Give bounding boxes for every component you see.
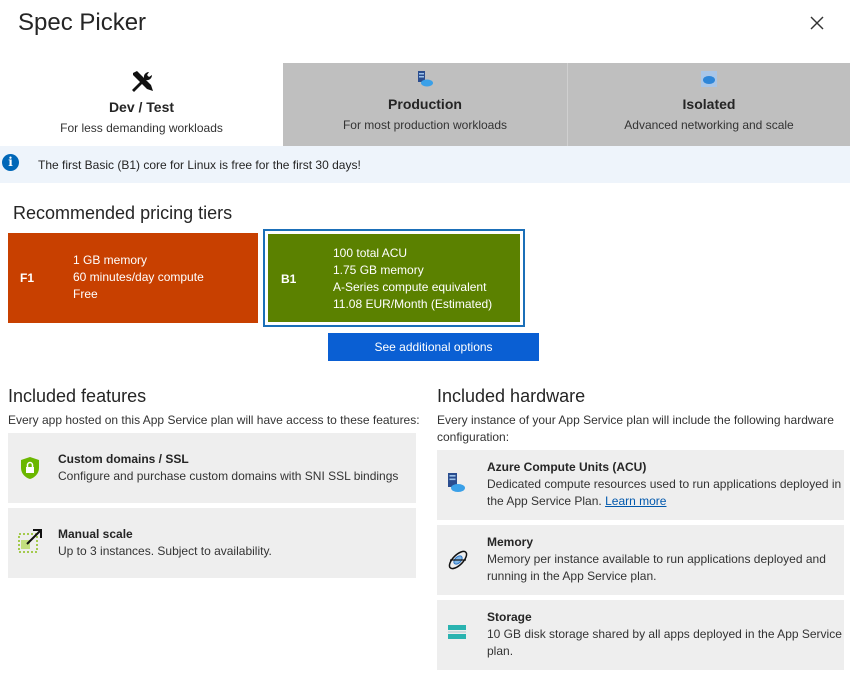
see-additional-options-button[interactable]: See additional options [328, 333, 539, 361]
tab-label: Production [388, 96, 462, 112]
tier-detail-line: 1 GB memory [73, 253, 148, 267]
tier-card-b1[interactable]: B1 100 total ACU 1.75 GB memory A-Series… [263, 229, 525, 327]
feature-title: Custom domains / SSL [58, 452, 189, 466]
production-icon [418, 71, 433, 87]
hardware-title: Memory [487, 535, 534, 549]
tier-category-tabs: Dev / Test For less demanding workloads … [0, 63, 850, 146]
tier-detail-line: A-Series compute equivalent [333, 280, 487, 294]
feature-text: Configure and purchase custom domains wi… [58, 469, 399, 483]
memory-icon [448, 550, 468, 570]
hardware-card-storage: Storage 10 GB disk storage shared by all… [437, 600, 844, 670]
hardware-text-line: plan. [487, 644, 514, 658]
learn-more-link[interactable]: Learn more [605, 494, 666, 508]
tab-description: For less demanding workloads [60, 121, 223, 135]
tab-description: For most production workloads [342, 118, 508, 132]
tier-detail-line: 100 total ACU [333, 246, 408, 260]
tier-details: 100 total ACU 1.75 GB memory A-Series co… [333, 245, 492, 313]
hardware-text: Dedicated compute resources used to run … [487, 476, 841, 510]
tier-detail-line: 1.75 GB memory [333, 263, 424, 277]
tier-card-f1[interactable]: F1 1 GB memory 60 minutes/day compute Fr… [8, 233, 258, 323]
hardware-text-line: running in the App Service plan. [487, 569, 657, 583]
tab-dev-test[interactable]: Dev / Test For less demanding workloads [0, 63, 283, 146]
feature-title: Manual scale [58, 527, 133, 541]
hardware-card-memory: Memory Memory per instance available to … [437, 525, 844, 595]
hardware-text: Memory per instance available to run app… [487, 551, 826, 585]
tier-detail-line: 60 minutes/day compute [73, 270, 204, 284]
tier-code: B1 [281, 272, 297, 286]
tab-divider [567, 63, 568, 146]
tab-label: Isolated [682, 96, 736, 112]
feature-text: Up to 3 instances. Subject to availabili… [58, 544, 272, 558]
isolated-icon [701, 71, 717, 87]
feature-card-manual-scale: Manual scale Up to 3 instances. Subject … [8, 508, 416, 578]
tier-code: F1 [20, 271, 35, 285]
feature-card-custom-domains: Custom domains / SSL Configure and purch… [8, 433, 416, 503]
hardware-text-line: Memory per instance available to run app… [487, 552, 826, 566]
tier-details: 1 GB memory 60 minutes/day compute Free [73, 252, 204, 303]
hardware-text-line: the App Service Plan. [487, 494, 602, 508]
banner-text: The first Basic (B1) core for Linux is f… [38, 158, 361, 172]
hardware-description-line: Every instance of your App Service plan … [437, 413, 834, 427]
storage-icon [448, 625, 466, 639]
info-icon: i [2, 154, 19, 171]
scale-icon [18, 529, 42, 553]
features-description: Every app hosted on this App Service pla… [8, 413, 420, 427]
compute-icon [448, 473, 465, 492]
hardware-card-acu: Azure Compute Units (ACU) Dedicated comp… [437, 450, 844, 520]
hardware-text-line: 10 GB disk storage shared by all apps de… [487, 627, 842, 641]
tier-detail-line: 11.08 EUR/Month (Estimated) [333, 297, 493, 311]
hardware-description-line: configuration: [437, 430, 510, 444]
hardware-text: 10 GB disk storage shared by all apps de… [487, 626, 842, 660]
hardware-heading: Included hardware [437, 386, 586, 406]
features-heading: Included features [8, 386, 147, 406]
shield-lock-icon [21, 457, 39, 479]
hardware-description: Every instance of your App Service plan … [437, 412, 834, 446]
close-icon[interactable] [808, 14, 826, 32]
tab-label: Dev / Test [108, 99, 175, 115]
tools-icon [131, 71, 153, 92]
hardware-title: Storage [487, 610, 532, 624]
tab-production[interactable]: Production For most production workloads [283, 63, 567, 146]
tier-card-fill: B1 100 total ACU 1.75 GB memory A-Series… [268, 234, 520, 322]
page-title: Spec Picker [18, 9, 147, 36]
recommended-heading: Recommended pricing tiers [13, 203, 233, 223]
info-banner: i The first Basic (B1) core for Linux is… [0, 146, 850, 183]
hardware-text-line: Dedicated compute resources used to run … [487, 477, 842, 491]
hardware-title: Azure Compute Units (ACU) [487, 460, 647, 474]
tab-isolated[interactable]: Isolated Advanced networking and scale [568, 63, 850, 146]
tier-detail-line: Free [73, 287, 98, 301]
tab-description: Advanced networking and scale [624, 118, 794, 132]
